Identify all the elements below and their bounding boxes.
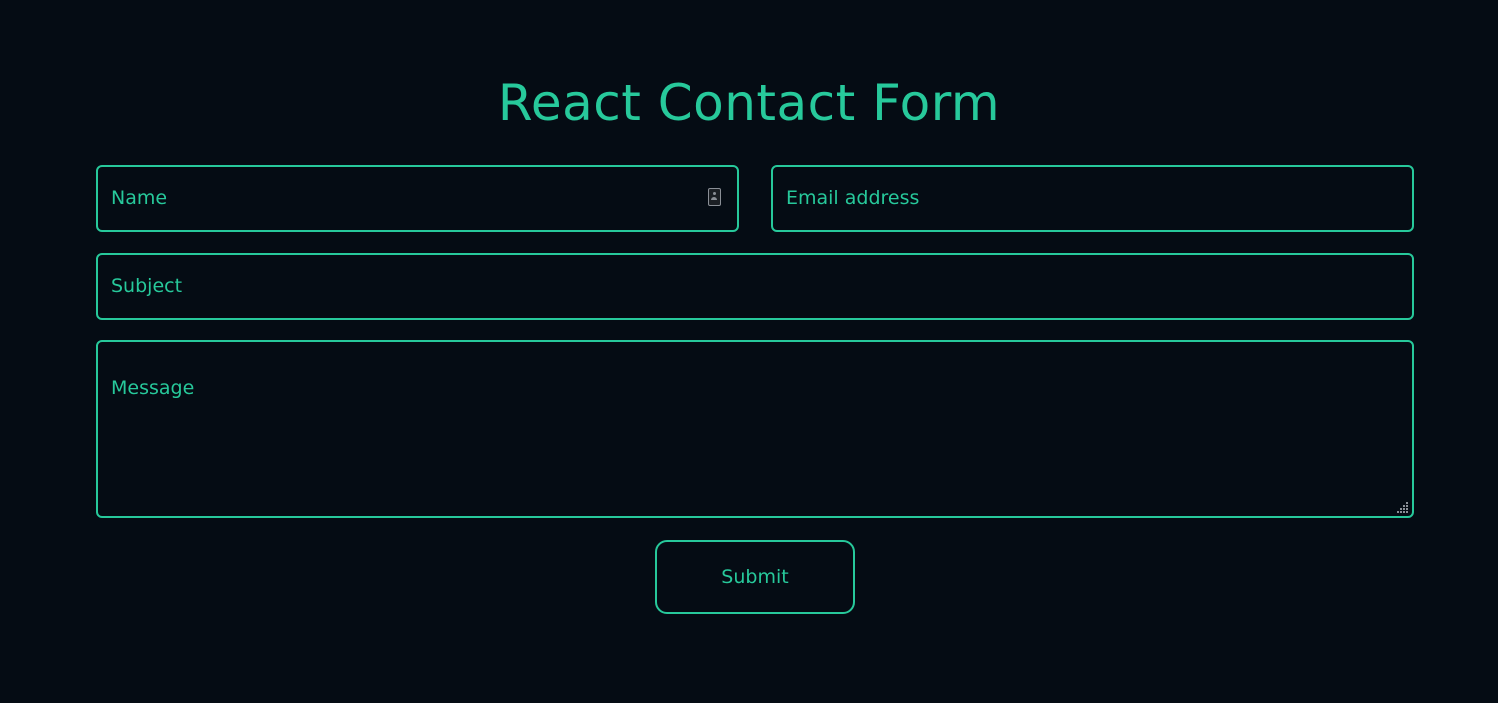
resize-grip-icon[interactable]: [1397, 501, 1409, 513]
subject-input[interactable]: Subject: [96, 253, 1414, 320]
page-title: React Contact Form: [497, 74, 1001, 132]
submit-button[interactable]: Submit: [655, 540, 855, 614]
contact-card-icon[interactable]: [708, 188, 721, 206]
name-input[interactable]: Name: [96, 165, 739, 232]
email-input[interactable]: Email address: [771, 165, 1414, 232]
message-textarea[interactable]: Message: [96, 340, 1414, 518]
subject-placeholder: Subject: [111, 275, 183, 297]
email-placeholder: Email address: [786, 187, 920, 209]
contact-card-icon-body: [711, 197, 717, 200]
message-placeholder: Message: [111, 377, 195, 399]
name-placeholder: Name: [111, 187, 168, 209]
contact-card-icon-head: [712, 192, 716, 195]
